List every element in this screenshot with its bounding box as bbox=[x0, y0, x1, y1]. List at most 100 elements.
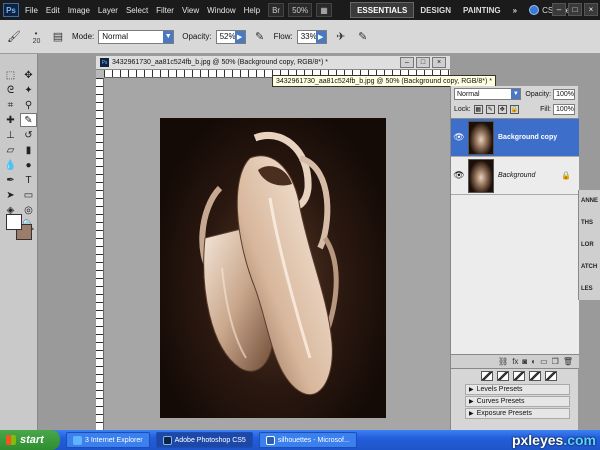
lock-position-icon[interactable]: ✥ bbox=[497, 104, 507, 114]
workspace-design[interactable]: DESIGN bbox=[414, 2, 457, 18]
styles-panel-tab[interactable]: LES bbox=[579, 278, 600, 300]
eye-icon[interactable]: 👁 bbox=[453, 170, 465, 182]
flow-input[interactable]: 33% ▶ bbox=[296, 29, 327, 44]
crop-tool-icon[interactable]: ⌗ bbox=[2, 98, 19, 112]
taskbar-photoshop[interactable]: Adobe Photoshop CS5 bbox=[155, 432, 253, 448]
taskbar-internet-explorer[interactable]: 3 Internet Explorer bbox=[66, 432, 150, 448]
layer-row-background[interactable]: 👁 Background 🔒 bbox=[451, 157, 579, 195]
opacity-input[interactable]: 52% ▶ bbox=[215, 29, 246, 44]
adjustment-layer-icon[interactable]: ◐ bbox=[531, 357, 536, 366]
expand-triangle-icon: ▶ bbox=[469, 387, 474, 393]
mode-label: Mode: bbox=[72, 32, 95, 41]
eraser-tool-icon[interactable]: ▱ bbox=[2, 143, 19, 157]
windows-taskbar: start 3 Internet Explorer Adobe Photosho… bbox=[0, 430, 600, 450]
levels-adjustment-icon[interactable] bbox=[481, 371, 493, 381]
link-layers-icon[interactable]: ⛓ bbox=[498, 357, 508, 366]
layer-row-background-copy[interactable]: 👁 Background copy bbox=[451, 119, 579, 157]
doc-maximize-button[interactable]: □ bbox=[416, 57, 430, 68]
move-tool-icon[interactable]: ✥ bbox=[20, 68, 37, 82]
dodge-tool-icon[interactable]: ● bbox=[20, 158, 37, 172]
new-layer-icon[interactable]: ❐ bbox=[552, 357, 559, 366]
menu-view[interactable]: View bbox=[178, 6, 203, 15]
lock-all-icon[interactable]: 🔒 bbox=[509, 104, 519, 114]
shape-tool-icon[interactable]: ▭ bbox=[20, 188, 37, 202]
vertical-ruler[interactable] bbox=[96, 78, 104, 430]
brush-panel-toggle-icon[interactable]: ▤ bbox=[50, 29, 66, 45]
more-workspaces-button[interactable]: » bbox=[507, 2, 523, 18]
blend-mode-select[interactable]: Normal ▼ bbox=[454, 88, 522, 100]
menu-layer[interactable]: Layer bbox=[94, 6, 122, 15]
exposure-presets[interactable]: ▶ Exposure Presets bbox=[465, 408, 570, 419]
layer-mask-icon[interactable]: ◙ bbox=[522, 357, 527, 366]
lock-image-icon[interactable]: ✎ bbox=[485, 104, 495, 114]
eye-icon[interactable]: 👁 bbox=[453, 132, 465, 144]
menu-file[interactable]: File bbox=[21, 6, 42, 15]
selective-color-adjustment-icon[interactable] bbox=[545, 371, 557, 381]
magic-wand-tool-icon[interactable]: ✦ bbox=[20, 83, 37, 97]
swatches-panel-tab[interactable]: ATCH bbox=[579, 256, 600, 278]
lasso-tool-icon[interactable]: ᘓ bbox=[2, 83, 19, 97]
paths-panel-tab[interactable]: THS bbox=[579, 212, 600, 234]
curves-presets[interactable]: ▶ Curves Presets bbox=[465, 396, 570, 407]
tablet-size-pressure-icon[interactable]: ✎ bbox=[355, 29, 371, 45]
ballet-shoes-photo[interactable] bbox=[160, 118, 386, 418]
start-button[interactable]: start bbox=[0, 430, 60, 450]
curves-adjustment-icon[interactable] bbox=[497, 371, 509, 381]
arrange-icon: ▦ bbox=[320, 5, 328, 15]
type-tool-icon[interactable]: T bbox=[20, 173, 37, 187]
foreground-color-swatch[interactable] bbox=[6, 214, 22, 230]
fill-label: Fill: bbox=[540, 105, 551, 113]
expand-triangle-icon: ▶ bbox=[469, 411, 474, 417]
history-brush-tool-icon[interactable]: ↺ bbox=[20, 128, 37, 142]
group-folder-icon[interactable]: ▭ bbox=[540, 357, 548, 366]
pen-tool-icon[interactable]: ✒ bbox=[2, 173, 19, 187]
fill-input[interactable]: 100% bbox=[553, 103, 575, 115]
arrange-documents-button[interactable]: ▦ bbox=[316, 3, 333, 17]
workspace-essentials[interactable]: ESSENTIALS bbox=[350, 2, 415, 18]
lock-icon: 🔒 bbox=[561, 171, 571, 180]
layers-panel-footer: ⛓ fx ◙ ◐ ▭ ❐ 🗑 bbox=[451, 354, 579, 368]
minimize-button[interactable]: – bbox=[552, 3, 566, 16]
maximize-button[interactable]: □ bbox=[568, 3, 582, 16]
lock-transparent-icon[interactable]: ▦ bbox=[473, 104, 483, 114]
layer-opacity-input[interactable]: 100% bbox=[553, 88, 575, 100]
layer-thumbnail bbox=[468, 158, 494, 193]
zoom-level-select[interactable]: 50% bbox=[288, 3, 313, 17]
channels-panel-tab[interactable]: ANNE bbox=[579, 190, 600, 212]
gradient-map-adjustment-icon[interactable] bbox=[529, 371, 541, 381]
menu-window[interactable]: Window bbox=[203, 6, 239, 15]
tablet-opacity-pressure-icon[interactable]: ✎ bbox=[252, 29, 268, 45]
menu-select[interactable]: Select bbox=[122, 6, 152, 15]
path-selection-tool-icon[interactable]: ➤ bbox=[2, 188, 19, 202]
levels-presets[interactable]: ▶ Levels Presets bbox=[465, 384, 570, 395]
mode-select[interactable]: Normal ▼ bbox=[98, 29, 175, 44]
color-panel-tab[interactable]: LOR bbox=[579, 234, 600, 256]
brush-tool-icon[interactable]: ✎ bbox=[20, 113, 37, 127]
workspace-painting[interactable]: PAINTING bbox=[457, 2, 507, 18]
brush-preset-picker[interactable]: • 20 bbox=[28, 29, 44, 45]
layer-style-icon[interactable]: fx bbox=[512, 357, 518, 366]
trash-icon[interactable]: 🗑 bbox=[563, 357, 573, 366]
airbrush-icon[interactable]: ✈ bbox=[333, 29, 349, 45]
clone-stamp-tool-icon[interactable]: ⊥ bbox=[2, 128, 19, 142]
gradient-tool-icon[interactable]: ▮ bbox=[20, 143, 37, 157]
menu-help[interactable]: Help bbox=[240, 6, 264, 15]
3d-orbit-tool-icon[interactable]: ◎ bbox=[20, 203, 37, 217]
eyedropper-tool-icon[interactable]: ⚲ bbox=[20, 98, 37, 112]
close-button[interactable]: × bbox=[584, 3, 598, 16]
blur-tool-icon[interactable]: 💧 bbox=[2, 158, 19, 172]
canvas-area[interactable] bbox=[104, 78, 450, 430]
marquee-tool-icon[interactable]: ⬚ bbox=[2, 68, 19, 82]
exposure-adjustment-icon[interactable] bbox=[513, 371, 525, 381]
menu-image[interactable]: Image bbox=[64, 6, 94, 15]
brush-tool-icon[interactable]: 🖌 bbox=[6, 29, 22, 45]
document-title-bar[interactable]: Ps 3432961730_aa81c524fb_b.jpg @ 50% (Ba… bbox=[96, 56, 450, 70]
taskbar-word-document[interactable]: silhouettes - Microsof... bbox=[258, 432, 357, 448]
menu-edit[interactable]: Edit bbox=[42, 6, 64, 15]
doc-close-button[interactable]: × bbox=[432, 57, 446, 68]
bridge-button[interactable]: Br bbox=[268, 3, 285, 17]
menu-filter[interactable]: Filter bbox=[152, 6, 178, 15]
tools-panel: ⬚ ✥ ᘓ ✦ ⌗ ⚲ ✚ ✎ ⊥ ↺ ▱ ▮ 💧 ● ✒ T ➤ ▭ ◈ ◎ … bbox=[0, 54, 38, 430]
healing-brush-tool-icon[interactable]: ✚ bbox=[2, 113, 19, 127]
doc-minimize-button[interactable]: – bbox=[400, 57, 414, 68]
